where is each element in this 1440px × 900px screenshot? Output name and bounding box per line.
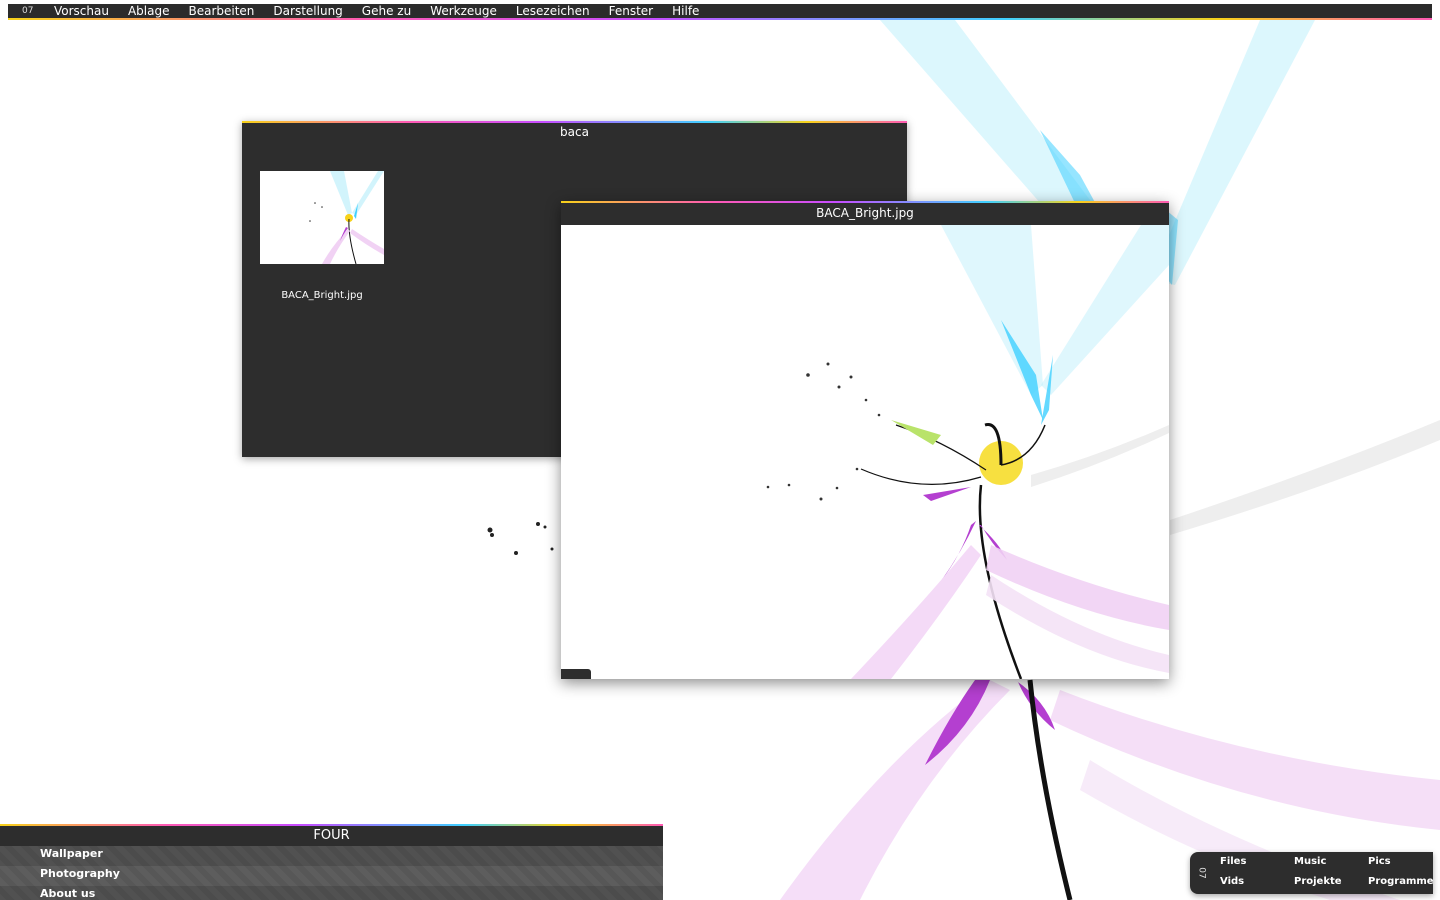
watermark-badge	[561, 669, 591, 679]
preview-title[interactable]: BACA_Bright.jpg	[561, 203, 1169, 225]
dock-launcher: 07 Files Music Pics Vids Projekte Progra…	[1190, 852, 1434, 894]
four-panel: FOUR Wallpaper Photography About us	[0, 824, 663, 900]
preview-image	[561, 225, 1169, 679]
menu-bar-accent	[8, 18, 1432, 20]
menu-lesezeichen[interactable]: Lesezeichen	[516, 4, 590, 18]
menu-werkzeuge[interactable]: Werkzeuge	[430, 4, 497, 18]
dock-files[interactable]: Files	[1220, 856, 1246, 867]
menu-ablage[interactable]: Ablage	[128, 4, 170, 18]
menu-fenster[interactable]: Fenster	[609, 4, 654, 18]
menu-bearbeiten[interactable]: Bearbeiten	[188, 4, 254, 18]
file-name-label[interactable]: BACA_Bright.jpg	[260, 290, 384, 301]
dock-programme[interactable]: Programme	[1368, 876, 1434, 887]
preview-window[interactable]: BACA_Bright.jpg	[561, 201, 1169, 679]
dock-logo: 07	[1196, 867, 1207, 879]
thumbnail-image	[309, 171, 384, 264]
file-thumbnail[interactable]	[260, 171, 384, 264]
dock-vids[interactable]: Vids	[1220, 876, 1244, 887]
panel-title: FOUR	[0, 826, 663, 846]
dock-projekte[interactable]: Projekte	[1294, 876, 1342, 887]
link-wallpaper[interactable]: Wallpaper	[0, 846, 663, 866]
menu-darstellung[interactable]: Darstellung	[273, 4, 342, 18]
menu-vorschau[interactable]: Vorschau	[54, 4, 109, 18]
link-photography[interactable]: Photography	[0, 866, 663, 886]
link-about-us[interactable]: About us	[0, 886, 663, 900]
menu-hilfe[interactable]: Hilfe	[672, 4, 699, 18]
dock-music[interactable]: Music	[1294, 856, 1326, 867]
app-logo[interactable]: 07	[22, 6, 54, 16]
menu-gehe-zu[interactable]: Gehe zu	[362, 4, 411, 18]
window-title[interactable]: baca	[242, 123, 907, 141]
panel-links: Wallpaper Photography About us	[0, 846, 663, 900]
menu-bar: 07 Vorschau Ablage Bearbeiten Darstellun…	[8, 4, 1432, 20]
dock-pics[interactable]: Pics	[1368, 856, 1391, 867]
